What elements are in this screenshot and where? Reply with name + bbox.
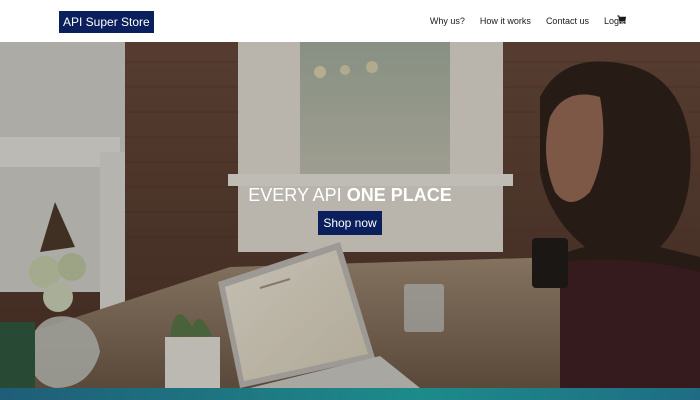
logo[interactable]: API Super Store [59, 11, 154, 33]
nav-link-why-us[interactable]: Why us? [430, 16, 465, 26]
navbar: API Super Store Why us? How it works Con… [0, 0, 700, 42]
shop-now-button[interactable]: Shop now [318, 211, 382, 235]
nav-link-contact-us[interactable]: Contact us [546, 16, 589, 26]
hero-section: EVERY API ONE PLACE Shop now [0, 42, 700, 388]
nav-link-how-it-works[interactable]: How it works [480, 16, 531, 26]
hero-title: EVERY API ONE PLACE [0, 184, 700, 206]
hero-title-part2: ONE PLACE [346, 185, 452, 205]
hero-title-part1: EVERY API [248, 185, 347, 205]
main-nav: Why us? How it works Contact us Login [430, 0, 626, 42]
shopping-cart-icon[interactable] [617, 15, 626, 24]
footer-strip [0, 388, 700, 400]
page: API Super Store Why us? How it works Con… [0, 0, 700, 400]
